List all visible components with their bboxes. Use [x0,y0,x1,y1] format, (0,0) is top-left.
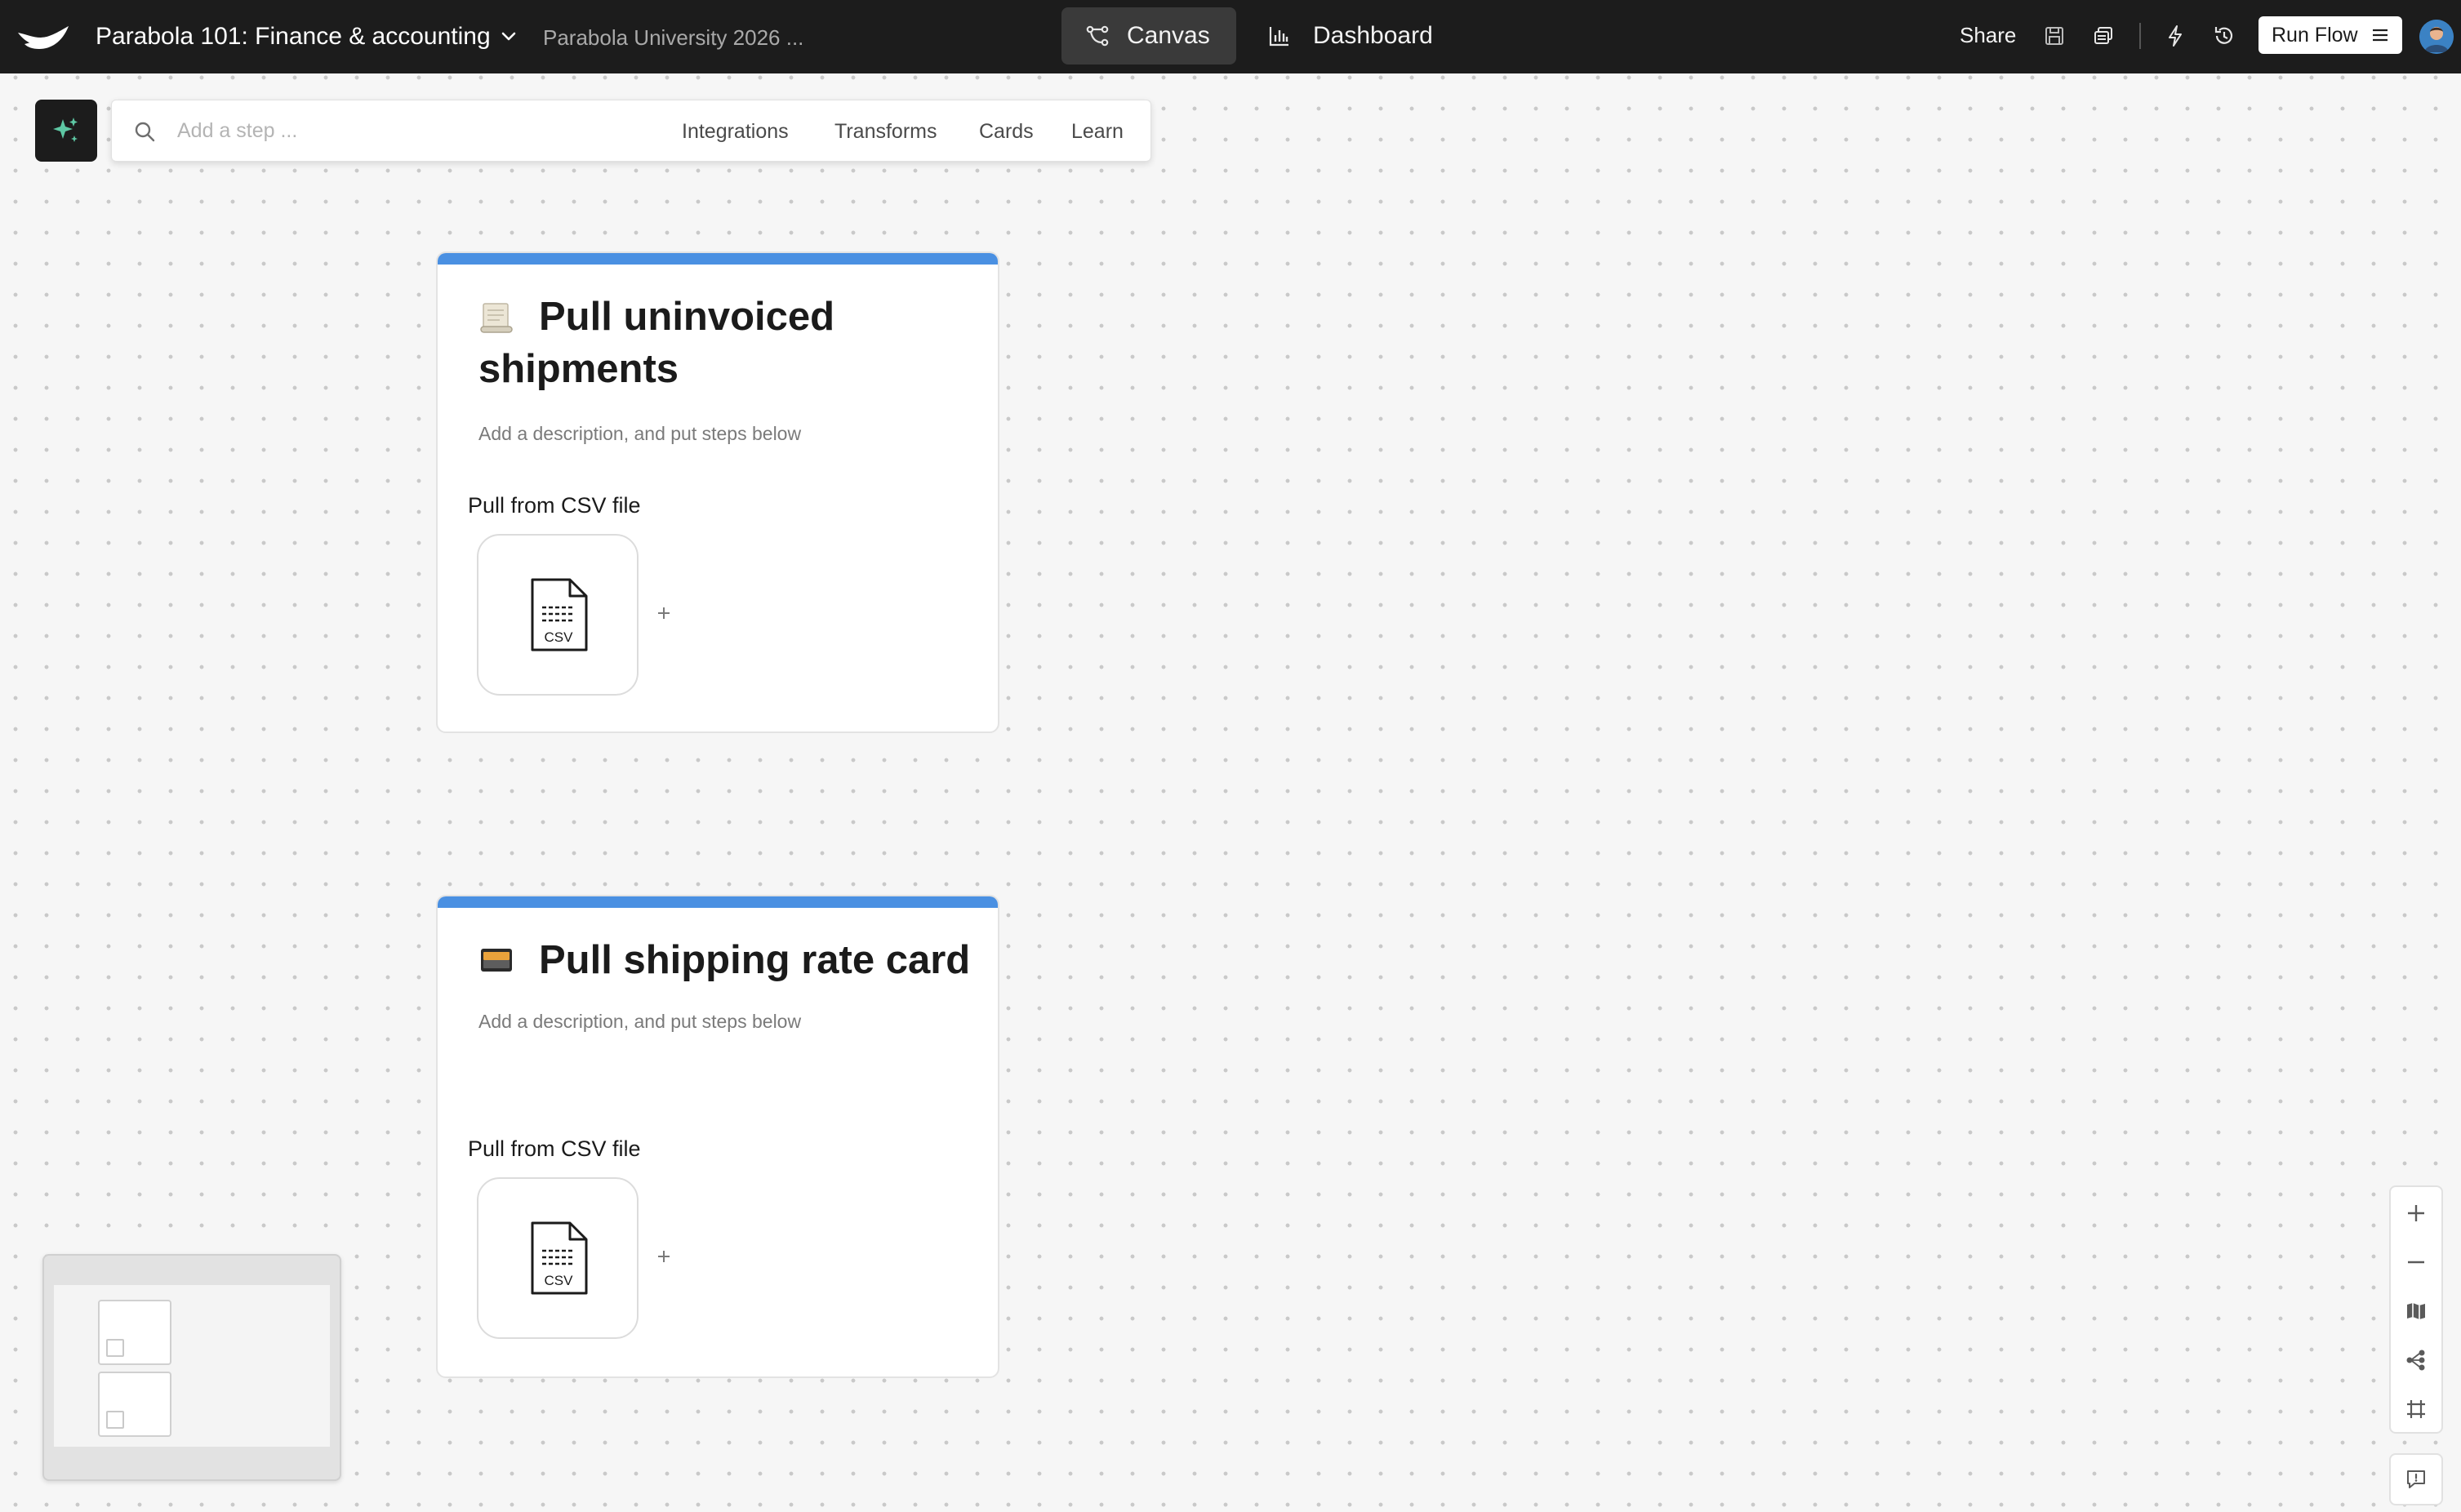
card-accent-bar [438,896,998,908]
card-title[interactable]: Pull uninvoiced shipments [478,291,968,395]
add-step-input[interactable] [176,112,587,149]
search-icon [135,122,155,142]
tab-dashboard[interactable]: Dashboard [1257,7,1453,64]
minimap-node [98,1300,171,1365]
nav-integrations[interactable]: Integrations [682,120,789,144]
chat-icon [2407,1470,2425,1488]
history-icon[interactable] [2211,23,2237,49]
step-label[interactable]: Pull from CSV file [468,1136,641,1162]
flow-title[interactable]: Parabola 101: Finance & accounting [96,23,491,51]
minimap-node-step [106,1339,124,1357]
run-flow-label: Run Flow [2272,24,2358,47]
nav-learn[interactable]: Learn [1071,120,1124,144]
parabola-logo-icon[interactable] [16,21,70,52]
nav-transforms[interactable]: Transforms [834,120,937,144]
save-icon[interactable] [2041,23,2067,49]
minimap-node-step [106,1411,124,1429]
csv-step-tile[interactable]: CSV [477,534,639,696]
card-description[interactable]: Add a description, and put steps below [478,423,801,445]
csv-file-icon: CSV [531,1221,588,1295]
plus-icon [658,607,670,619]
menu-icon [2373,29,2388,42]
fit-view-icon[interactable] [2405,1398,2428,1421]
plus-icon [658,1251,670,1262]
top-bar: Parabola 101: Finance & accounting Parab… [0,0,2461,73]
tab-dashboard-label: Dashboard [1313,22,1433,49]
chevron-down-icon[interactable] [500,29,518,44]
add-step-button[interactable] [650,1243,678,1270]
flow-icon [1086,25,1109,47]
canvas-controls [2389,1185,2443,1434]
tab-canvas[interactable]: Canvas [1061,7,1236,64]
user-avatar[interactable] [2419,20,2454,54]
card-accent-bar [438,253,998,265]
run-flow-button[interactable]: Run Flow [2259,16,2402,54]
toolbar-divider [2139,23,2141,49]
csv-file-icon: CSV [531,578,588,651]
csv-file-icon-label: CSV [545,1273,574,1288]
card-description[interactable]: Add a description, and put steps below [478,1011,801,1033]
lightning-icon[interactable] [2162,23,2188,49]
csv-file-icon-label: CSV [545,629,574,645]
ai-assistant-button[interactable] [35,100,97,162]
layers-icon[interactable] [2090,23,2116,49]
minimap-viewport[interactable] [54,1285,330,1447]
share-button[interactable]: Share [1960,23,2016,48]
minimap[interactable] [42,1254,341,1481]
add-step-bar: Integrations Transforms Cards Learn [111,100,1151,162]
zoom-out-icon[interactable] [2405,1251,2428,1274]
add-step-button[interactable] [650,599,678,627]
card-pull-uninvoiced-shipments[interactable]: Pull uninvoiced shipments Add a descript… [436,251,999,733]
tab-canvas-label: Canvas [1127,22,1210,49]
map-icon[interactable] [2405,1300,2428,1323]
bar-chart-icon [1269,27,1288,47]
csv-step-tile[interactable]: CSV [477,1177,639,1339]
nav-cards[interactable]: Cards [979,120,1034,144]
minimap-node [98,1372,171,1437]
sparkle-icon [53,118,78,142]
card-pull-shipping-rate-card[interactable]: Pull shipping rate card Add a descriptio… [436,895,999,1378]
auto-layout-icon[interactable] [2405,1349,2428,1372]
zoom-in-icon[interactable] [2405,1202,2428,1225]
org-name: Parabola University 2026 ... [543,25,804,50]
feedback-button[interactable] [2389,1453,2443,1505]
card-title[interactable]: Pull shipping rate card [478,934,985,986]
user-avatar-icon [2419,20,2454,54]
step-label[interactable]: Pull from CSV file [468,493,641,518]
